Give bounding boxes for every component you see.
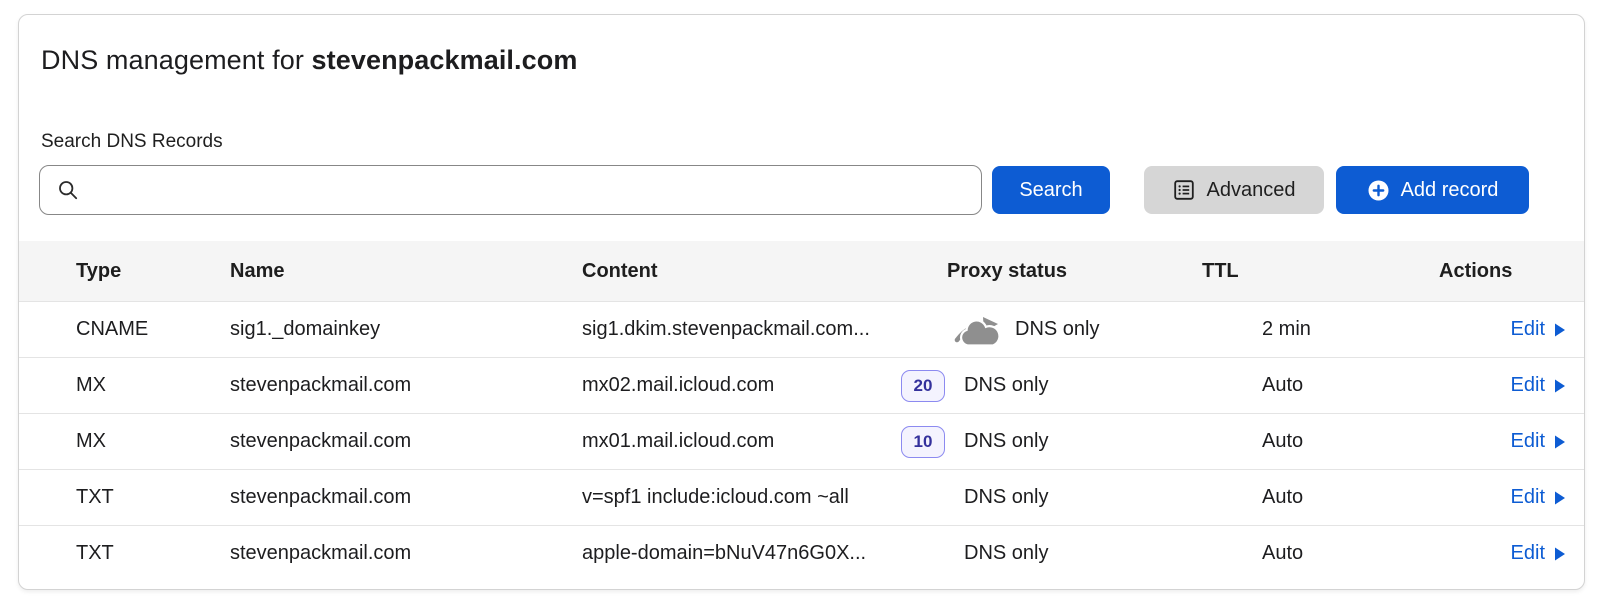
search-label: Search DNS Records [19,131,1584,153]
add-record-button-label: Add record [1401,179,1499,202]
record-actions: Edit [1421,430,1584,453]
table-row: MX stevenpackmail.com mx02.mail.icloud.c… [19,357,1584,413]
edit-link-label: Edit [1511,374,1545,397]
add-record-button[interactable]: Add record [1336,166,1529,214]
record-content-text: mx02.mail.icloud.com [582,374,774,397]
edit-link[interactable]: Edit [1511,486,1566,509]
chevron-right-icon [1554,322,1566,338]
record-ttl: Auto [1186,486,1421,509]
column-header-actions: Actions [1421,260,1584,283]
card-header: DNS management for stevenpackmail.com [19,15,1584,76]
column-header-ttl: TTL [1186,260,1421,283]
record-proxy-status: DNS only [931,313,1186,347]
record-content: apple-domain=bNuV47n6G0X... [566,542,931,565]
record-proxy-status: DNS only [931,374,1186,397]
record-ttl: Auto [1186,542,1421,565]
record-actions: Edit [1421,374,1584,397]
record-content: v=spf1 include:icloud.com ~all [566,486,931,509]
record-actions: Edit [1421,486,1584,509]
record-name: stevenpackmail.com [214,486,566,509]
edit-link-label: Edit [1511,430,1545,453]
proxy-status-label: DNS only [1015,318,1099,341]
table-row: MX stevenpackmail.com mx01.mail.icloud.c… [19,413,1584,469]
record-type: MX [19,430,214,453]
dns-only-cloud-icon [954,313,1002,347]
table-row: CNAME sig1._domainkey sig1.dkim.stevenpa… [19,301,1584,357]
column-header-type: Type [19,260,214,283]
column-header-content: Content [566,260,931,283]
edit-link[interactable]: Edit [1511,374,1566,397]
chevron-right-icon [1554,378,1566,394]
plus-circle-icon [1367,179,1390,202]
dns-records-table: Type Name Content Proxy status TTL Actio… [19,241,1584,581]
edit-link-label: Edit [1511,318,1545,341]
domain-name: stevenpackmail.com [312,45,578,75]
record-proxy-status: DNS only [931,430,1186,453]
edit-link[interactable]: Edit [1511,430,1566,453]
chevron-right-icon [1554,546,1566,562]
search-box[interactable] [39,165,982,215]
record-ttl: Auto [1186,430,1421,453]
toolbar: Search Advanced Add record [19,165,1584,215]
chevron-right-icon [1554,434,1566,450]
column-header-name: Name [214,260,566,283]
column-header-proxy-status: Proxy status [931,260,1186,283]
record-name: stevenpackmail.com [214,430,566,453]
edit-link[interactable]: Edit [1511,318,1566,341]
record-ttl: Auto [1186,374,1421,397]
chevron-right-icon [1554,490,1566,506]
edit-link-label: Edit [1511,542,1545,565]
advanced-button[interactable]: Advanced [1144,166,1324,214]
record-content: mx02.mail.icloud.com 20 [566,370,931,402]
record-name: stevenpackmail.com [214,374,566,397]
record-type: TXT [19,486,214,509]
record-type: CNAME [19,318,214,341]
table-header-row: Type Name Content Proxy status TTL Actio… [19,241,1584,301]
search-input[interactable] [91,179,967,201]
edit-link[interactable]: Edit [1511,542,1566,565]
search-button[interactable]: Search [992,166,1110,214]
record-actions: Edit [1421,542,1584,565]
page-title: DNS management for stevenpackmail.com [41,44,1562,76]
record-type: TXT [19,542,214,565]
record-proxy-status: DNS only [931,486,1186,509]
table-row: TXT stevenpackmail.com v=spf1 include:ic… [19,469,1584,525]
page-title-prefix: DNS management for [41,45,312,75]
record-proxy-status: DNS only [931,542,1186,565]
dns-management-card: DNS management for stevenpackmail.com Se… [18,14,1585,590]
table-row: TXT stevenpackmail.com apple-domain=bNuV… [19,525,1584,581]
advanced-button-label: Advanced [1207,179,1296,202]
record-type: MX [19,374,214,397]
record-name: stevenpackmail.com [214,542,566,565]
record-name: sig1._domainkey [214,318,566,341]
edit-link-label: Edit [1511,486,1545,509]
record-content: sig1.dkim.stevenpackmail.com... [566,318,931,341]
record-content-text: mx01.mail.icloud.com [582,430,774,453]
record-ttl: 2 min [1186,318,1421,341]
record-actions: Edit [1421,318,1584,341]
search-icon [57,179,79,201]
list-icon [1173,179,1195,201]
record-content: mx01.mail.icloud.com 10 [566,426,931,458]
